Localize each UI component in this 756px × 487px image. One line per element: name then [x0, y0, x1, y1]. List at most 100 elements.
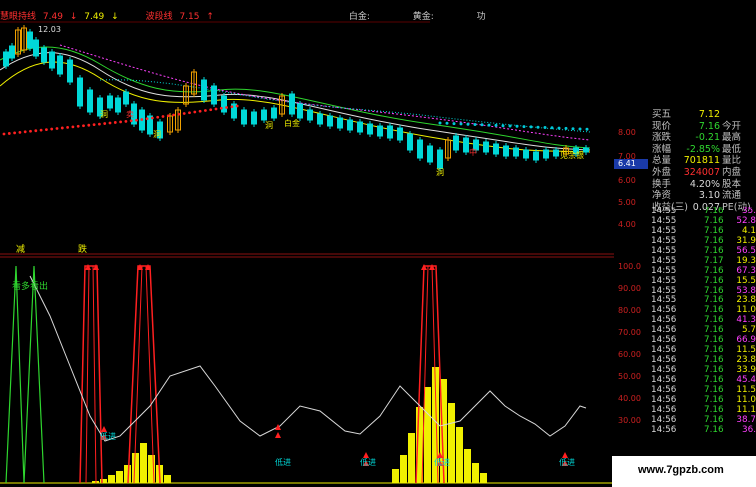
candle-body — [387, 125, 393, 139]
candle-body — [3, 51, 9, 67]
candle-body — [33, 39, 39, 57]
candle-body — [9, 45, 15, 59]
support-dot — [55, 127, 59, 130]
indicator-chart[interactable]: 看多 看出 低进 低进 低进 低进 低进 — [0, 256, 614, 487]
ind-tick-40: 40.00 — [618, 394, 641, 403]
support-dot — [198, 109, 202, 113]
candle-body — [427, 145, 433, 163]
candle-body — [251, 111, 257, 125]
candle-body — [337, 117, 343, 129]
y-tick-8: 8.00 — [618, 128, 636, 137]
candle-body — [553, 149, 559, 157]
support-dot — [219, 106, 223, 110]
quote-label: 外盘 — [652, 166, 672, 178]
candle-body — [437, 149, 443, 169]
candle-body — [417, 139, 423, 159]
candle-body — [503, 145, 509, 157]
resistance-dot — [550, 126, 554, 130]
quote-row: 外盘 324007 内盘 — [648, 167, 756, 179]
support-dot — [214, 107, 218, 111]
volume-bar — [400, 455, 407, 483]
label-dijin-3: 低进 — [360, 457, 376, 467]
resistance-dot — [543, 126, 547, 129]
support-dot — [45, 128, 48, 132]
candle-body — [123, 91, 129, 105]
resistance-dot — [571, 127, 575, 131]
tick-price: 7.16 — [704, 424, 724, 435]
resistance-dot — [445, 121, 449, 125]
candle-body — [87, 89, 93, 113]
tick-row[interactable]: 14:55 7.16 15.5 — [648, 276, 756, 287]
resistance-dot — [522, 125, 526, 129]
resistance-dot — [564, 126, 568, 130]
quote-value: 701811 — [683, 155, 720, 167]
red-arrow-top — [85, 264, 91, 270]
candle-body — [211, 85, 217, 105]
quote-label: 现价 — [652, 120, 672, 132]
y-tick-6: 6.00 — [618, 176, 636, 185]
support-dot — [129, 119, 133, 123]
candle-body — [115, 97, 121, 113]
support-dot — [2, 132, 6, 136]
y-tick-5: 5.00 — [618, 198, 636, 207]
support-dot — [204, 109, 207, 112]
candle-body — [513, 147, 519, 157]
tag-bottom-2: 洞 — [153, 129, 161, 139]
quote-value: 3.10 — [698, 190, 720, 202]
quote-panel: 买五 7.12 现价 7.16 今开 涨跌 -0.21 最高 涨幅 -2.85% 最低 总量 70181… — [648, 109, 756, 214]
tick-list[interactable]: 14:55 7.16 35. 14:55 7.16 52.8 14:55 7.16 4.1 14:… — [648, 207, 756, 437]
red-signal-lines — [79, 265, 445, 484]
support-dot — [182, 112, 186, 115]
quote-row: 涨跌 -0.21 最高 — [648, 132, 756, 144]
tag-bottom-1: 洞 — [100, 109, 108, 119]
resistance-dot — [480, 123, 484, 127]
resistance-dot — [473, 123, 477, 126]
support-dot — [18, 130, 22, 134]
ind-tick-100: 100.0 — [618, 262, 641, 271]
quote-row: 涨幅 -2.85% 最低 — [648, 144, 756, 156]
resistance-dot — [452, 122, 456, 126]
watermark-text: www.7gpzb.com — [638, 464, 724, 476]
quote-value: -2.85% — [686, 143, 720, 155]
volume-bar — [140, 443, 147, 483]
tick-time: 14:56 — [651, 424, 677, 435]
candle-body — [533, 151, 539, 161]
resistance-dot — [508, 124, 512, 128]
support-dot — [50, 127, 54, 131]
quote-value: 4.20% — [689, 178, 720, 190]
support-dot — [135, 118, 138, 122]
resistance-dot — [557, 126, 561, 130]
quote-label-right: 最低 — [722, 143, 742, 155]
candle-body — [317, 113, 323, 125]
tick-row[interactable]: 14:56 7.16 36. — [648, 424, 756, 436]
support-dot — [92, 123, 96, 127]
main-price-chart[interactable]: 12.03 卖 中 洞 洞 白金 洞 洞 见余银 减 跌 — [0, 0, 614, 256]
ind-tick-80: 80.00 — [618, 306, 641, 315]
resistance-dot — [501, 124, 505, 128]
candle-body — [347, 119, 353, 131]
support-dot — [156, 115, 160, 119]
tag-bottom-3: 白金 — [284, 118, 300, 128]
quote-value: -0.21 — [695, 132, 720, 144]
quote-label-right: 最高 — [722, 132, 742, 144]
y-tick-7: 7.00 — [618, 152, 636, 161]
resistance-dot — [438, 121, 442, 125]
quote-label: 总量 — [652, 155, 672, 167]
tag-bottom-5: 洞 — [436, 167, 444, 177]
candle-body — [523, 149, 529, 159]
candle-body — [271, 107, 277, 119]
quote-value: 324007 — [683, 166, 720, 178]
label-dijin-1: 低进 — [100, 431, 116, 441]
support-dot — [177, 112, 181, 116]
volume-bar — [392, 469, 399, 483]
support-dot — [23, 130, 27, 134]
volume-bar — [448, 403, 455, 483]
support-dot — [82, 124, 85, 128]
support-dot — [172, 113, 176, 117]
quote-label: 换手 — [652, 178, 672, 190]
quote-label-right: 量比 — [722, 155, 742, 167]
tag-bottom-6: 见余银 — [560, 150, 584, 160]
quote-value: 7.12 — [698, 109, 720, 120]
quote-row: 买五 7.12 — [648, 109, 756, 121]
candle-body — [397, 127, 403, 141]
